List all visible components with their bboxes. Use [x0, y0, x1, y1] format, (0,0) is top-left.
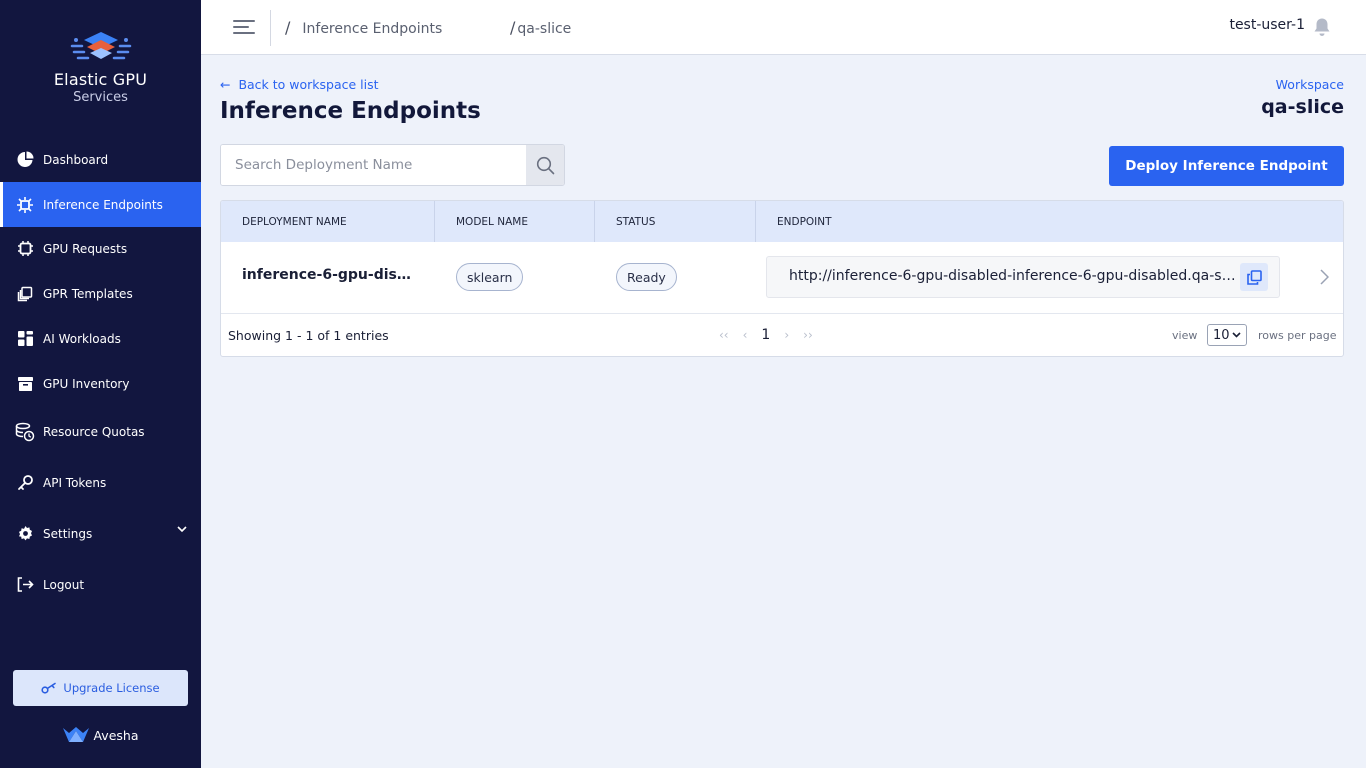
prev-page-icon[interactable]: ‹ — [743, 328, 748, 342]
pie-chart-icon — [15, 150, 35, 170]
sidebar-item-label: Settings — [43, 526, 93, 541]
back-to-workspace-link[interactable]: ← Back to workspace list — [220, 77, 379, 92]
table-footer: Showing 1 - 1 of 1 entries ‹‹ ‹ 1 › ›› v… — [221, 315, 1343, 356]
gear-cpu-icon — [15, 195, 35, 215]
sidebar-item-label: Resource Quotas — [43, 424, 145, 439]
sidebar-item-ai-workloads[interactable]: AI Workloads — [0, 316, 201, 361]
workspace-name: qa-slice — [1261, 96, 1344, 118]
search-box — [220, 144, 565, 186]
chevron-right-icon[interactable] — [1320, 269, 1329, 285]
sidebar-item-logout[interactable]: Logout — [0, 562, 201, 607]
breadcrumb-inference-endpoints[interactable]: / Inference Endpoints — [285, 18, 442, 37]
sidebar-item-label: GPU Inventory — [43, 376, 130, 391]
sidebar-item-label: GPR Templates — [43, 286, 133, 301]
archive-box-icon — [15, 374, 35, 394]
chevron-down-icon — [1232, 332, 1241, 338]
search-input[interactable] — [221, 145, 527, 185]
sidebar-item-gpr-templates[interactable]: GPR Templates — [0, 271, 201, 316]
table-row[interactable]: inference-6-gpu-disabled sklearn Ready h… — [221, 242, 1343, 314]
model-name-pill: sklearn — [456, 263, 524, 291]
sidebar-item-label: Logout — [43, 577, 85, 592]
search-icon — [536, 156, 554, 174]
sidebar-item-label: GPU Requests — [43, 241, 128, 256]
chevron-down-icon — [177, 526, 187, 533]
breadcrumb-label: qa-slice — [517, 21, 572, 37]
status-badge: Ready — [616, 263, 677, 291]
next-page-icon[interactable]: › — [784, 328, 789, 342]
logout-icon — [15, 575, 35, 595]
column-header-model-name: MODEL NAME — [435, 201, 595, 242]
breadcrumb-workspace[interactable]: / qa-slice — [510, 18, 571, 37]
avesha-logo-icon — [63, 727, 90, 742]
arrow-left-icon: ← — [220, 77, 231, 92]
sidebar-item-api-tokens[interactable]: API Tokens — [0, 460, 201, 505]
top-bar: / Inference Endpoints / qa-slice test-user… — [201, 0, 1366, 55]
brand: Elastic GPU Services — [0, 28, 201, 105]
avesha-label: Avesha — [93, 727, 139, 743]
table-header: DEPLOYMENT NAME MODEL NAME STATUS ENDPOI… — [221, 201, 1343, 242]
page-title: Inference Endpoints — [220, 98, 481, 124]
column-header-deployment-name: DEPLOYMENT NAME — [221, 201, 435, 242]
rows-per-page-value: 10 — [1213, 327, 1230, 343]
upgrade-license-label: Upgrade License — [63, 681, 160, 695]
coins-clock-icon — [15, 422, 35, 442]
search-button[interactable] — [526, 145, 564, 185]
upgrade-license-button[interactable]: Upgrade License — [13, 670, 188, 706]
key-icon — [41, 682, 57, 694]
rows-per-page-select[interactable]: 10 — [1207, 324, 1247, 346]
stack-icon — [15, 284, 35, 304]
current-page[interactable]: 1 — [761, 327, 770, 343]
sidebar-item-label: Inference Endpoints — [43, 197, 163, 212]
back-link-label: Back to workspace list — [238, 77, 379, 92]
workspace-label: Workspace — [1275, 77, 1344, 92]
brand-subtitle: Services — [73, 90, 128, 105]
endpoint-url: http://inference-6-gpu-disabled-inferenc… — [789, 268, 1237, 284]
deploy-inference-endpoint-button[interactable]: Deploy Inference Endpoint — [1109, 146, 1344, 186]
brand-title: Elastic GPU — [53, 70, 148, 89]
menu-toggle-icon[interactable] — [233, 18, 255, 36]
first-page-icon[interactable]: ‹‹ — [719, 328, 729, 342]
chip-icon — [15, 239, 35, 259]
key-icon — [15, 473, 35, 493]
sidebar-item-gpu-requests[interactable]: GPU Requests — [0, 226, 201, 271]
last-page-icon[interactable]: ›› — [803, 328, 813, 342]
elastic-gpu-logo-icon — [70, 32, 131, 60]
endpoint-field: http://inference-6-gpu-disabled-inferenc… — [766, 256, 1280, 298]
view-label: view — [1172, 329, 1198, 342]
sidebar-item-settings[interactable]: Settings — [0, 511, 201, 556]
grid-icon — [15, 329, 35, 349]
copy-endpoint-button[interactable] — [1240, 263, 1268, 291]
sidebar-item-label: Dashboard — [43, 152, 109, 167]
user-name[interactable]: test-user-1 — [1229, 17, 1305, 33]
entries-summary: Showing 1 - 1 of 1 entries — [228, 328, 389, 343]
endpoints-table: DEPLOYMENT NAME MODEL NAME STATUS ENDPOI… — [220, 200, 1344, 357]
sidebar-item-label: AI Workloads — [43, 331, 121, 346]
pagination: ‹‹ ‹ 1 › ›› — [719, 327, 827, 343]
column-header-endpoint: ENDPOINT — [777, 215, 832, 228]
sidebar-item-resource-quotas[interactable]: Resource Quotas — [0, 409, 201, 454]
rows-per-page-label: rows per page — [1258, 329, 1337, 342]
avesha-brand: Avesha — [0, 726, 201, 744]
bell-icon[interactable] — [1313, 17, 1331, 37]
deployment-name-cell: inference-6-gpu-disabled — [242, 267, 412, 283]
settings-gear-icon — [15, 524, 35, 544]
sidebar: Elastic GPU Services Dashboard Inference… — [0, 0, 201, 768]
copy-icon — [1246, 269, 1262, 285]
sidebar-item-inference-endpoints[interactable]: Inference Endpoints — [0, 182, 201, 227]
sidebar-item-label: API Tokens — [43, 475, 107, 490]
breadcrumb-label: Inference Endpoints — [302, 21, 443, 37]
sidebar-item-gpu-inventory[interactable]: GPU Inventory — [0, 361, 201, 406]
topbar-divider — [270, 10, 271, 46]
sidebar-item-dashboard[interactable]: Dashboard — [0, 137, 201, 182]
column-header-status: STATUS — [595, 201, 756, 242]
